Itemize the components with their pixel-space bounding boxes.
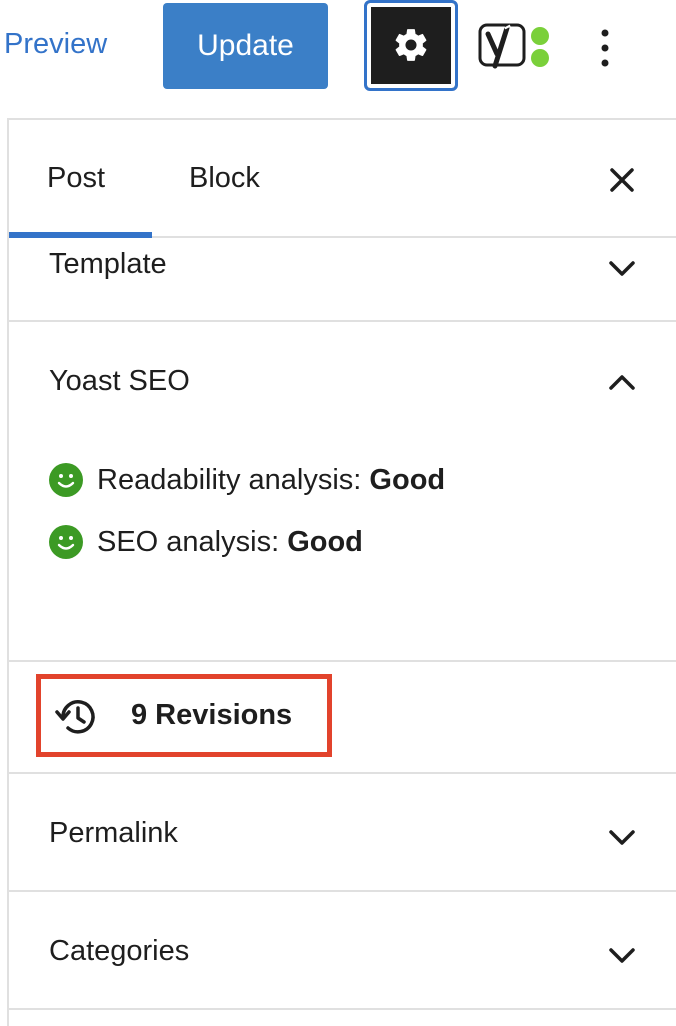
seo-analysis[interactable]: SEO analysis: Good (49, 525, 363, 559)
chevron-up-icon[interactable] (607, 372, 637, 392)
permalink-panel[interactable]: Permalink (9, 772, 676, 892)
close-icon (610, 168, 634, 192)
smiley-good-icon (49, 525, 83, 559)
permalink-title: Permalink (49, 817, 178, 849)
tab-block[interactable]: Block (189, 162, 260, 195)
yoast-seo-title[interactable]: Yoast SEO (49, 365, 190, 398)
template-panel[interactable]: Template (9, 238, 676, 322)
smiley-good-icon (49, 463, 83, 497)
seo-label: SEO analysis: (97, 525, 288, 558)
close-sidebar-button[interactable] (606, 164, 638, 196)
revisions-link[interactable]: 9 Revisions (36, 674, 332, 757)
template-title: Template (49, 248, 167, 280)
chevron-down-icon[interactable] (607, 828, 637, 848)
revisions-label: 9 Revisions (131, 699, 293, 731)
categories-panel[interactable]: Categories (9, 890, 676, 1010)
history-icon (55, 700, 95, 734)
readability-label: Readability analysis: (97, 463, 370, 496)
tab-post[interactable]: Post (47, 162, 105, 195)
readability-value: Good (369, 463, 446, 496)
preview-link[interactable]: Preview (4, 28, 107, 61)
seo-value: Good (287, 525, 363, 558)
gear-icon (395, 29, 427, 61)
yoast-logo-icon (478, 23, 549, 69)
chevron-down-icon[interactable] (607, 259, 637, 279)
settings-button[interactable] (364, 0, 458, 91)
categories-title: Categories (49, 935, 190, 967)
sidebar-tabs: Post Block (9, 120, 676, 238)
editor-toolbar: Preview Update (0, 0, 676, 118)
readability-analysis[interactable]: Readability analysis: Good (49, 463, 445, 497)
update-button[interactable]: Update (163, 3, 328, 89)
more-options-button[interactable] (590, 26, 620, 70)
chevron-down-icon[interactable] (607, 946, 637, 966)
vertical-ellipsis-icon (601, 29, 609, 67)
settings-sidebar: Post Block Template Yoast SEO Readabilit… (7, 118, 676, 1026)
revisions-panel: 9 Revisions (9, 660, 676, 774)
yoast-button[interactable] (478, 22, 552, 72)
